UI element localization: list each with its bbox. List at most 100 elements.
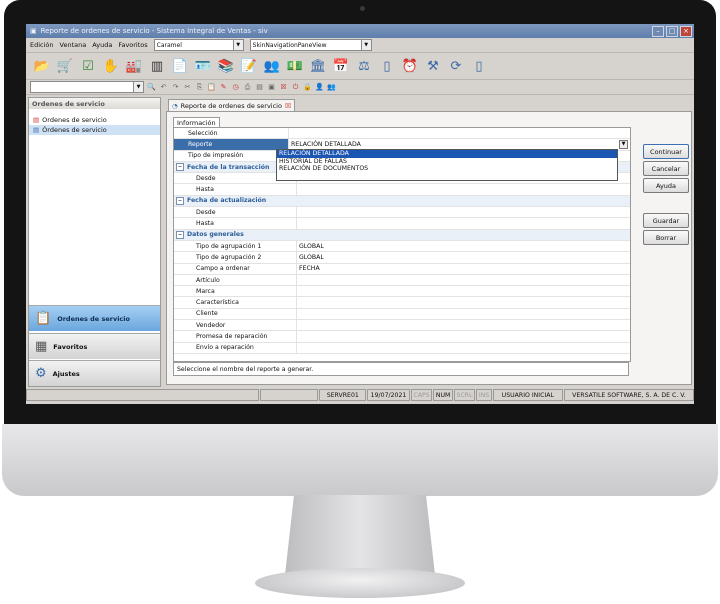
chevron-down-icon[interactable]: ▼ [133, 82, 143, 92]
status-server: SERVRE01 [319, 389, 367, 401]
menu-favoritos[interactable]: Favoritos [118, 41, 147, 49]
row-label: Hasta [196, 220, 214, 228]
search-combo[interactable]: ▼ [30, 81, 144, 93]
chevron-down-icon[interactable]: ▼ [360, 40, 371, 50]
preview-icon[interactable]: ▤ [255, 83, 264, 92]
dropdown-option[interactable]: RELACIÓN DE DOCUMENTOS [277, 165, 617, 173]
save-icon[interactable]: ▣ [267, 83, 276, 92]
user-group-icon[interactable]: 👥 [327, 83, 336, 92]
theme-combo-value: Caramel [156, 41, 182, 49]
search-icon[interactable]: 🔍 [147, 83, 156, 92]
print-icon[interactable]: ⎙ [243, 83, 252, 92]
clock-icon[interactable]: ⏰ [400, 56, 420, 76]
mobile-icon[interactable]: ▯ [377, 56, 397, 76]
minimize-button[interactable]: – [652, 25, 664, 37]
folder-icon[interactable]: 📂 [32, 56, 52, 76]
tools-icon[interactable]: ⚒ [423, 56, 443, 76]
factory-icon[interactable]: 🏭 [124, 56, 144, 76]
row-value[interactable]: GLOBAL [296, 240, 630, 252]
status-num: NUM [433, 389, 453, 401]
status-user: USUARIO INICIAL [492, 389, 563, 401]
books-icon[interactable]: 📚 [216, 56, 236, 76]
row-marca[interactable]: Marca [174, 286, 630, 298]
paste-icon[interactable]: 📋 [207, 83, 216, 92]
row-vendedor[interactable]: Vendedor [174, 320, 630, 332]
copy-icon[interactable]: ⎘ [195, 83, 204, 92]
row-hasta-2[interactable]: Hasta [174, 218, 630, 230]
row-tipo-agrupacion-2[interactable]: Tipo de agrupación 2 GLOBAL [174, 252, 630, 264]
nav-group-favoritos[interactable]: ▦ Favoritos [29, 333, 160, 359]
ayuda-button[interactable]: Ayuda [643, 178, 689, 193]
row-promesa[interactable]: Promesa de reparación [174, 331, 630, 343]
row-label: Tipo de agrupación 2 [196, 253, 262, 261]
menu-edicion[interactable]: Edición [30, 41, 54, 49]
row-articulo[interactable]: Artículo [174, 274, 630, 287]
guardar-button[interactable]: Guardar [643, 213, 689, 228]
category-datos-generales[interactable]: − Datos generales [174, 229, 630, 241]
scale-icon[interactable]: ⚖ [354, 56, 374, 76]
collapse-icon[interactable]: − [176, 163, 184, 172]
row-value[interactable]: GLOBAL [296, 252, 630, 263]
continuar-button[interactable]: Continuar [643, 144, 689, 159]
skin-combo[interactable]: SkinNavigationPaneView ▼ [249, 39, 372, 51]
cancelar-button[interactable]: Cancelar [643, 161, 689, 176]
nav-group-ordenes[interactable]: 📋 Ordenes de servicio [29, 305, 160, 331]
cancel-icon[interactable]: ☒ [279, 83, 288, 92]
id-card-icon[interactable]: 🪪 [193, 56, 213, 76]
row-envio[interactable]: Envío a reparación [174, 342, 630, 354]
eraser-icon[interactable]: ✎ [219, 83, 228, 92]
nav-item-ordenes[interactable]: ▤ Ordenes de servicio [29, 115, 160, 125]
row-cliente[interactable]: Cliente [174, 308, 630, 321]
category-fecha-actualizacion[interactable]: − Fecha de actualización [174, 195, 630, 208]
row-desde-2[interactable]: Desde [174, 207, 630, 219]
row-campo-ordenar[interactable]: Campo a ordenar FECHA [174, 263, 630, 275]
nav-group-label: Favoritos [53, 342, 88, 351]
row-label: Selección [188, 129, 218, 137]
undo-icon[interactable]: ↶ [159, 83, 168, 92]
edit-document-icon[interactable]: 📝 [239, 56, 259, 76]
close-window-button[interactable]: × [680, 25, 692, 37]
collapse-icon[interactable]: − [176, 230, 184, 239]
checklist-icon[interactable]: ☑ [78, 56, 98, 76]
collapse-icon[interactable]: − [176, 196, 184, 205]
document-icon: ▤ [33, 126, 40, 134]
lock-icon[interactable]: 🔒 [303, 83, 312, 92]
barcode-icon[interactable]: ▥ [147, 56, 167, 76]
status-caps: CAPS [410, 389, 433, 401]
status-ins: INS [476, 389, 492, 401]
chevron-down-icon[interactable]: ▼ [232, 40, 243, 50]
power-icon[interactable]: ⏻ [291, 83, 300, 92]
grid-icon: ▦ [35, 339, 48, 354]
clock-icon[interactable]: ◷ [231, 83, 240, 92]
calendar-icon[interactable]: 📅 [331, 56, 351, 76]
dropdown-option[interactable]: RELACIÓN DETALLADA [277, 150, 617, 158]
nav-group-ajustes[interactable]: ⚙ Ajustes [29, 360, 160, 386]
cut-icon[interactable]: ✂ [183, 83, 192, 92]
bank-icon[interactable]: 🏛 [308, 56, 328, 76]
money-icon[interactable]: 💵 [285, 56, 305, 76]
users-icon[interactable]: 👥 [262, 56, 282, 76]
maximize-button[interactable]: □ [666, 25, 678, 37]
row-tipo-agrupacion-1[interactable]: Tipo de agrupación 1 GLOBAL [174, 240, 630, 253]
cart-icon[interactable]: 🛒 [55, 56, 75, 76]
phone-icon[interactable]: ▯ [469, 56, 489, 76]
hand-icon[interactable]: ✋ [101, 56, 121, 76]
row-value[interactable]: FECHA [296, 263, 630, 274]
row-hasta-1[interactable]: Hasta [174, 184, 630, 196]
sync-icon[interactable]: ⟳ [446, 56, 466, 76]
menu-ayuda[interactable]: Ayuda [92, 41, 112, 49]
close-tab-icon[interactable]: ☒ [285, 102, 291, 110]
dropdown-option[interactable]: HISTORIAL DE FALLAS [277, 158, 617, 166]
menu-ventana[interactable]: Ventana [60, 41, 87, 49]
main-toolbar: 📂 🛒 ☑ ✋ 🏭 ▥ 📄 🪪 📚 📝 👥 💵 🏛 📅 ⚖ ▯ ⏰ ⚒ ⟳ ▯ [26, 53, 694, 80]
redo-icon[interactable]: ↷ [171, 83, 180, 92]
user-icon[interactable]: 👤 [315, 83, 324, 92]
chevron-down-icon[interactable]: ▼ [619, 140, 628, 150]
row-caracteristica[interactable]: Característica [174, 297, 630, 309]
theme-combo[interactable]: Caramel ▼ [153, 39, 244, 51]
nav-item-ordenes-selected[interactable]: ▤ Órdenes de servicio [29, 125, 160, 135]
nav-group-label: Ordenes de servicio [57, 314, 130, 323]
borrar-button[interactable]: Borrar [643, 230, 689, 245]
document-icon[interactable]: 📄 [170, 56, 190, 76]
row-label: Desde [196, 208, 216, 216]
